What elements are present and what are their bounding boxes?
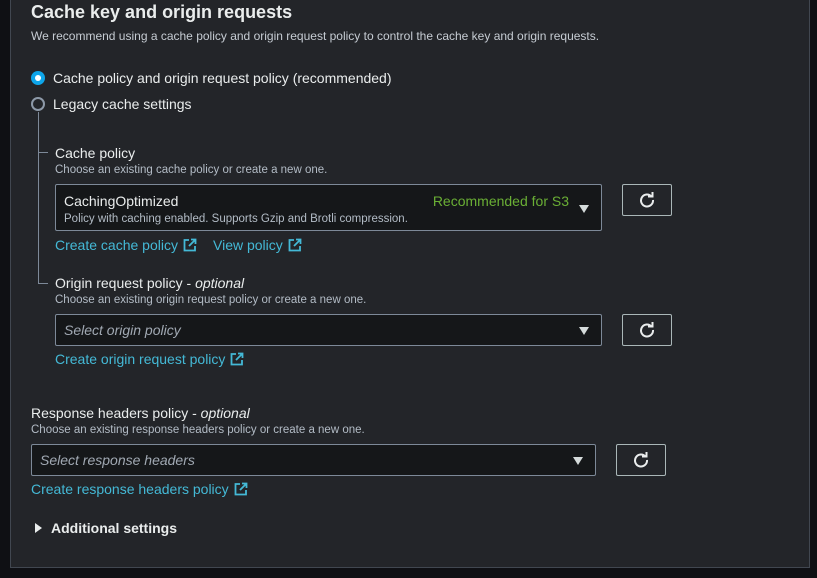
create-cache-policy-link[interactable]: Create cache policy: [55, 237, 197, 253]
tree-connector-branch: [38, 152, 48, 153]
radio-recommended-label: Cache policy and origin request policy (…: [53, 70, 392, 86]
refresh-icon: [640, 322, 654, 338]
cache-policy-select[interactable]: CachingOptimized Policy with caching ena…: [55, 184, 602, 231]
tree-connector-branch: [38, 283, 48, 284]
response-headers-policy-hint: Choose an existing response headers poli…: [31, 424, 365, 436]
external-link-icon: [183, 238, 197, 252]
create-cache-policy-label: Create cache policy: [55, 237, 178, 253]
optional-tag: optional: [195, 275, 245, 291]
view-policy-link[interactable]: View policy: [213, 237, 302, 253]
caret-down-icon: [579, 205, 589, 213]
radio-legacy-label: Legacy cache settings: [53, 96, 192, 112]
caret-right-icon: [35, 523, 42, 533]
caret-down-icon: [579, 327, 589, 335]
origin-request-policy-label-text: Origin request policy: [55, 275, 183, 291]
cache-policy-selected-description: Policy with caching enabled. Supports Gz…: [64, 213, 408, 225]
create-origin-request-policy-label: Create origin request policy: [55, 351, 226, 367]
response-headers-policy-label: Response headers policy - optional: [31, 405, 250, 421]
cache-policy-selected-name: CachingOptimized: [64, 193, 179, 209]
refresh-icon: [634, 452, 648, 468]
refresh-response-headers-button[interactable]: [616, 444, 666, 476]
origin-request-policy-label: Origin request policy - optional: [55, 275, 245, 291]
cache-key-panel: Cache key and origin requests We recomme…: [10, 0, 810, 568]
origin-policy-select[interactable]: Select origin policy: [55, 314, 602, 346]
optional-tag: optional: [200, 405, 250, 421]
refresh-cache-policy-button[interactable]: [622, 184, 672, 216]
additional-settings-toggle[interactable]: Additional settings: [35, 520, 177, 536]
view-policy-label: View policy: [213, 237, 283, 253]
external-link-icon: [288, 238, 302, 252]
external-link-icon: [234, 482, 248, 496]
create-response-headers-policy-label: Create response headers policy: [31, 481, 229, 497]
origin-policy-placeholder: Select origin policy: [64, 322, 181, 338]
cache-policy-hint: Choose an existing cache policy or creat…: [55, 164, 328, 176]
radio-legacy[interactable]: Legacy cache settings: [31, 96, 192, 112]
create-response-headers-policy-link[interactable]: Create response headers policy: [31, 481, 248, 497]
refresh-origin-policy-button[interactable]: [622, 314, 672, 346]
origin-request-policy-hint: Choose an existing origin request policy…: [55, 294, 367, 306]
create-origin-request-policy-link[interactable]: Create origin request policy: [55, 351, 244, 367]
caret-down-icon: [573, 457, 583, 465]
cache-policy-recommended-tag: Recommended for S3: [432, 193, 569, 209]
response-headers-select[interactable]: Select response headers: [31, 444, 596, 476]
refresh-icon: [640, 192, 654, 208]
additional-settings-label: Additional settings: [51, 520, 177, 536]
response-headers-policy-label-text: Response headers policy: [31, 405, 189, 421]
radio-unchecked-icon[interactable]: [31, 97, 45, 111]
radio-checked-icon[interactable]: [31, 71, 45, 85]
section-description: We recommend using a cache policy and or…: [31, 29, 600, 43]
radio-recommended[interactable]: Cache policy and origin request policy (…: [31, 70, 392, 86]
cache-policy-label: Cache policy: [55, 145, 136, 161]
section-title: Cache key and origin requests: [31, 2, 293, 22]
response-headers-placeholder: Select response headers: [40, 452, 195, 468]
tree-connector-line: [38, 112, 39, 284]
external-link-icon: [230, 352, 244, 366]
